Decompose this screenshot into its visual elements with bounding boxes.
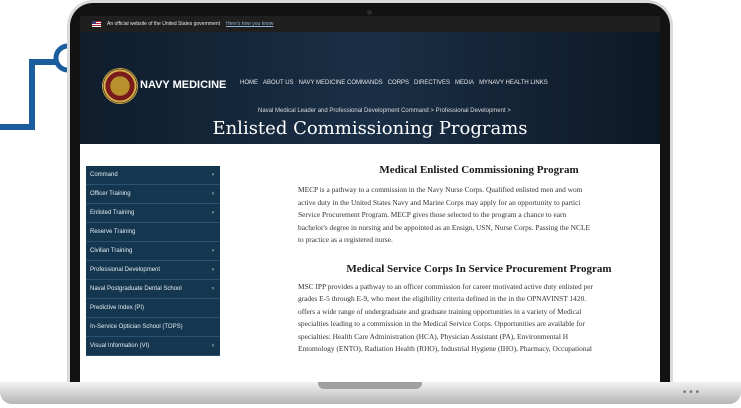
laptop-base-notch bbox=[318, 382, 422, 389]
sidebar-item-label: Civilian Training bbox=[90, 248, 133, 254]
sidebar-item-label: Reserve Training bbox=[90, 229, 136, 235]
section-body-msc-ipp: MSC IPP provides a pathway to an officer… bbox=[298, 281, 660, 356]
nav-directives[interactable]: DIRECTIVES bbox=[414, 80, 450, 86]
section-heading-mecp: Medical Enlisted Commissioning Program bbox=[379, 164, 579, 176]
nav-mynavy-health-links[interactable]: MYNAVY HEALTH LINKS bbox=[479, 80, 548, 86]
body-line: offers a wide range of undergraduate and… bbox=[298, 306, 582, 316]
section-heading-msc-ipp: Medical Service Corps In Service Procure… bbox=[346, 262, 612, 275]
nav-navy-medicine-commands[interactable]: NAVY MEDICINE COMMANDS bbox=[299, 80, 383, 86]
gov-banner-text: An official website of the United States… bbox=[107, 21, 221, 27]
chevron-right-icon: › bbox=[212, 210, 214, 216]
top-nav: HOME ABOUT US NAVY MEDICINE COMMANDS COR… bbox=[240, 80, 548, 86]
main-content: Medical Enlisted Commissioning Program M… bbox=[298, 164, 660, 356]
laptop-screen: An official website of the United States… bbox=[80, 16, 660, 388]
body-line: Service Procurement Program. MECP gives … bbox=[298, 210, 567, 219]
sidebar-item-label: In-Service Optician School (TOPS) bbox=[90, 324, 183, 330]
body-line: specialties: Health Care Administration … bbox=[298, 331, 569, 341]
breadcrumb[interactable]: Naval Medical Leader and Professional De… bbox=[258, 108, 511, 114]
nav-media[interactable]: MEDIA bbox=[455, 80, 474, 86]
sidebar-item-label: Visual Information (VI) bbox=[90, 343, 150, 349]
body-line: MSC IPP provides a pathway to an officer… bbox=[298, 281, 593, 291]
sidebar-item-reserve-training[interactable]: Reserve Training bbox=[86, 223, 220, 242]
sidebar-item-label: Command bbox=[90, 172, 118, 178]
sidebar-item-command[interactable]: Command › bbox=[86, 166, 220, 185]
nav-corps[interactable]: CORPS bbox=[388, 80, 409, 86]
sidebar-item-officer-training[interactable]: Officer Training › bbox=[86, 185, 220, 204]
chevron-right-icon: › bbox=[212, 267, 214, 273]
sidebar-nav: Command › Officer Training › Enlisted Tr… bbox=[86, 166, 220, 356]
body-line: active duty in the United States Navy an… bbox=[298, 197, 581, 207]
chevron-right-icon: › bbox=[212, 286, 214, 292]
sidebar-item-label: Enlisted Training bbox=[90, 210, 135, 216]
page-title: Enlisted Commissioning Programs bbox=[212, 118, 528, 139]
sidebar-item-civilian-training[interactable]: Civilian Training › bbox=[86, 242, 220, 261]
nav-home[interactable]: HOME bbox=[240, 80, 258, 86]
body-line: bachelor's degree in nursing and be appo… bbox=[298, 222, 590, 232]
sidebar-item-predictive-index[interactable]: Predictive Index (PI) bbox=[86, 299, 220, 318]
chevron-right-icon: › bbox=[212, 248, 214, 254]
navy-medicine-seal-icon[interactable] bbox=[102, 68, 138, 104]
body-line: to practice as a registered nurse. bbox=[298, 235, 393, 244]
sidebar-item-naval-postgraduate-dental-school[interactable]: Naval Postgraduate Dental School › bbox=[86, 280, 220, 299]
sidebar-item-label: Naval Postgraduate Dental School bbox=[90, 286, 182, 292]
us-flag-icon bbox=[92, 21, 101, 27]
sidebar-item-label: Officer Training bbox=[90, 191, 131, 197]
sidebar-item-label: Predictive Index (PI) bbox=[90, 305, 145, 311]
sidebar-item-visual-information[interactable]: Visual Information (VI) › bbox=[86, 337, 220, 356]
chevron-right-icon: › bbox=[212, 172, 214, 178]
chevron-right-icon: › bbox=[212, 191, 214, 197]
site-header: NAVY MEDICINE HOME ABOUT US NAVY MEDICIN… bbox=[80, 32, 660, 144]
sidebar-item-enlisted-training[interactable]: Enlisted Training › bbox=[86, 204, 220, 223]
chevron-right-icon: › bbox=[212, 343, 214, 349]
section-body-mecp: MECP is a pathway to a commission in the… bbox=[298, 184, 660, 247]
gov-banner-link[interactable]: Here's how you know bbox=[226, 21, 273, 27]
webcam-icon bbox=[367, 10, 372, 15]
body-line: MECP is a pathway to a commission in the… bbox=[298, 185, 583, 194]
sidebar-item-in-service-optician-school[interactable]: In-Service Optician School (TOPS) bbox=[86, 318, 220, 337]
body-line: grades E-5 through E-9, who meet the eli… bbox=[298, 294, 587, 303]
body-line: Entomology (ENTO), Radiation Health (RHO… bbox=[298, 344, 592, 353]
sidebar-item-label: Professional Development bbox=[90, 267, 161, 273]
laptop-base-dots: ••• bbox=[682, 388, 701, 398]
gov-banner: An official website of the United States… bbox=[80, 16, 660, 32]
site-logo-text[interactable]: NAVY MEDICINE bbox=[140, 79, 226, 91]
body-line: specialties leading to a commission in t… bbox=[298, 319, 585, 328]
sidebar-item-professional-development[interactable]: Professional Development › bbox=[86, 261, 220, 280]
nav-about-us[interactable]: ABOUT US bbox=[263, 80, 294, 86]
